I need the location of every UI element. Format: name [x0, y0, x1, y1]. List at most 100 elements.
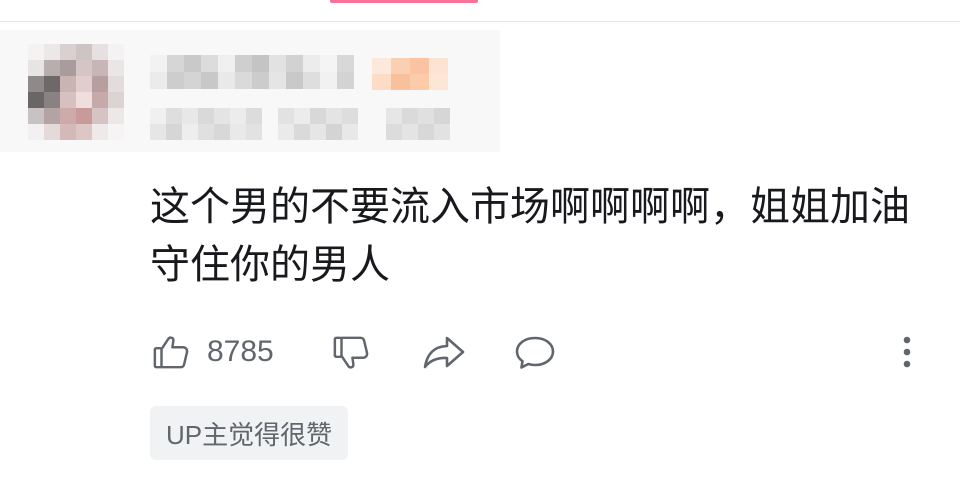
- mosaic-cell: [76, 76, 92, 92]
- mosaic-cell: [60, 124, 76, 140]
- mosaic-cell: [28, 92, 44, 108]
- user-level-badge-redacted: [372, 58, 448, 90]
- mosaic-cell: [108, 124, 124, 140]
- mosaic-cell: [303, 72, 320, 89]
- mosaic-cell: [402, 108, 418, 124]
- reply-button[interactable]: [513, 334, 557, 370]
- mosaic-cell: [391, 58, 410, 74]
- mosaic-cell: [44, 124, 60, 140]
- mosaic-cell: [310, 124, 326, 140]
- mosaic-cell: [76, 108, 92, 124]
- tab-indicator: [330, 0, 478, 3]
- thumbs-down-icon[interactable]: [332, 334, 370, 372]
- mosaic-cell: [184, 55, 201, 72]
- mosaic-cell: [60, 60, 76, 76]
- mosaic-cell: [410, 74, 429, 90]
- mosaic-cell: [252, 55, 269, 72]
- mosaic-cell: [28, 44, 44, 60]
- mosaic-cell: [108, 60, 124, 76]
- mosaic-cell: [198, 108, 214, 124]
- mosaic-cell: [434, 124, 450, 140]
- mosaic-cell: [278, 108, 294, 124]
- mosaic-cell: [167, 72, 184, 89]
- mosaic-cell: [198, 124, 214, 140]
- mosaic-cell: [44, 92, 60, 108]
- mosaic-cell: [44, 108, 60, 124]
- username-redacted[interactable]: [150, 55, 354, 89]
- mosaic-cell: [92, 44, 108, 60]
- mosaic-cell: [214, 124, 230, 140]
- share-arrow-icon[interactable]: [422, 334, 466, 370]
- more-options-button[interactable]: [902, 335, 912, 369]
- mosaic-cell: [108, 76, 124, 92]
- mosaic-cell: [246, 124, 262, 140]
- mosaic-cell: [60, 44, 76, 60]
- mosaic-cell: [218, 72, 235, 89]
- mosaic-cell: [150, 55, 167, 72]
- mosaic-cell: [303, 55, 320, 72]
- up-liked-badge: UP主觉得很赞: [150, 406, 349, 460]
- comment-bubble-icon[interactable]: [513, 334, 557, 370]
- comment-meta-redacted: [278, 108, 358, 140]
- mosaic-cell: [246, 108, 262, 124]
- mosaic-cell: [76, 44, 92, 60]
- mosaic-cell: [326, 108, 342, 124]
- mosaic-cell: [108, 92, 124, 108]
- mosaic-cell: [108, 108, 124, 124]
- mosaic-cell: [410, 58, 429, 74]
- like-count: 8785: [207, 335, 274, 368]
- dislike-button[interactable]: [332, 334, 370, 372]
- mosaic-cell: [230, 124, 246, 140]
- mosaic-cell: [286, 72, 303, 89]
- mosaic-cell: [28, 124, 44, 140]
- mosaic-cell: [230, 108, 246, 124]
- mosaic-cell: [372, 58, 391, 74]
- comment-meta-redacted: [386, 108, 450, 140]
- mosaic-cell: [310, 108, 326, 124]
- mosaic-cell: [429, 58, 448, 74]
- mosaic-cell: [429, 74, 448, 90]
- mosaic-cell: [76, 60, 92, 76]
- mosaic-cell: [76, 124, 92, 140]
- mosaic-cell: [326, 124, 342, 140]
- avatar[interactable]: [28, 44, 124, 140]
- mosaic-cell: [252, 72, 269, 89]
- top-divider: [0, 21, 960, 22]
- mosaic-cell: [44, 44, 60, 60]
- thumbs-up-icon[interactable]: [152, 333, 190, 371]
- mosaic-cell: [28, 60, 44, 76]
- mosaic-cell: [342, 124, 358, 140]
- mosaic-cell: [166, 108, 182, 124]
- mosaic-cell: [402, 124, 418, 140]
- mosaic-cell: [76, 92, 92, 108]
- mosaic-cell: [167, 55, 184, 72]
- share-button[interactable]: [422, 334, 466, 370]
- mosaic-cell: [434, 108, 450, 124]
- mosaic-cell: [386, 124, 402, 140]
- mosaic-cell: [337, 55, 354, 72]
- like-button[interactable]: 8785: [152, 333, 274, 371]
- comment-meta-redacted: [150, 108, 262, 140]
- mosaic-cell: [418, 124, 434, 140]
- mosaic-cell: [201, 55, 218, 72]
- mosaic-cell: [214, 108, 230, 124]
- mosaic-cell: [235, 55, 252, 72]
- mosaic-cell: [269, 72, 286, 89]
- mosaic-cell: [320, 55, 337, 72]
- mosaic-cell: [201, 72, 218, 89]
- mosaic-cell: [372, 74, 391, 90]
- mosaic-cell: [150, 108, 166, 124]
- mosaic-cell: [108, 44, 124, 60]
- mosaic-cell: [182, 124, 198, 140]
- mosaic-cell: [418, 108, 434, 124]
- mosaic-cell: [386, 108, 402, 124]
- mosaic-cell: [44, 60, 60, 76]
- mosaic-cell: [294, 108, 310, 124]
- mosaic-cell: [28, 108, 44, 124]
- more-vertical-icon[interactable]: [902, 335, 912, 369]
- mosaic-cell: [92, 76, 108, 92]
- mosaic-cell: [342, 108, 358, 124]
- mosaic-cell: [150, 72, 167, 89]
- mosaic-cell: [92, 60, 108, 76]
- mosaic-cell: [28, 76, 44, 92]
